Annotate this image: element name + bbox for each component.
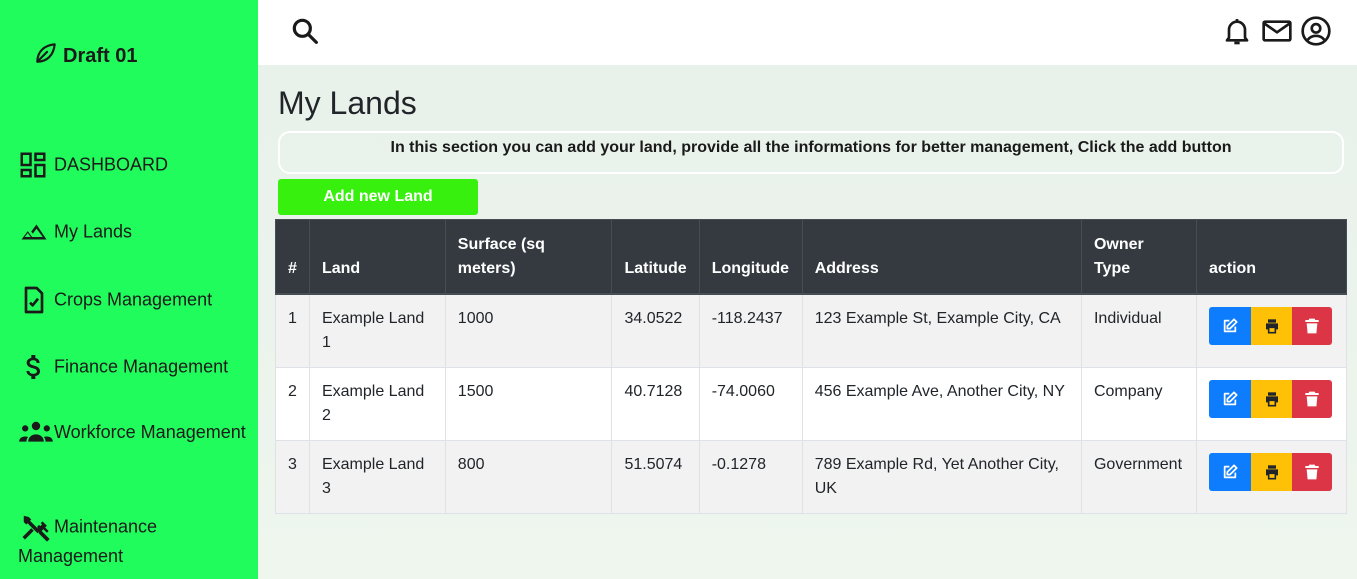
cell-surface: 1500 [444, 366, 613, 441]
cell-latitude: 34.0522 [611, 293, 700, 368]
cell-num: 2 [275, 366, 310, 441]
sidebar-item-label: Finance Management [54, 356, 229, 377]
sidebar-item-label: Crops Management [54, 289, 213, 310]
trash-icon [1305, 391, 1319, 406]
sidebar-item-dashboard[interactable]: DASHBOARD [18, 150, 250, 180]
leaf-icon [33, 40, 59, 72]
edit-icon [1223, 390, 1238, 405]
info-text: In this section you can add your land, p… [390, 139, 1232, 156]
cell-land: Example Land 2 [308, 366, 446, 441]
add-land-button[interactable]: Add new Land [278, 179, 478, 215]
edit-button[interactable] [1208, 306, 1251, 345]
cell-latitude: 40.7128 [611, 366, 700, 441]
cell-num: 1 [275, 293, 310, 368]
print-button[interactable] [1250, 452, 1292, 491]
cell-owner-type: Government [1080, 439, 1197, 514]
clipboard-check-icon [18, 284, 54, 316]
cell-num: 3 [275, 439, 310, 514]
sidebar-item-label: DASHBOARD [54, 154, 169, 175]
table-row: 3 Example Land 3 800 51.5074 -0.1278 789… [275, 439, 1348, 514]
cell-longitude: -74.0060 [698, 366, 803, 441]
print-icon [1265, 391, 1278, 406]
column-header-land: Land [308, 219, 446, 295]
trash-icon [1305, 318, 1319, 333]
brand-name: Draft 01 [63, 44, 138, 67]
cell-address: 456 Example Ave, Another City, NY [801, 366, 1082, 441]
bell-icon[interactable] [1221, 15, 1253, 52]
table-row: 1 Example Land 1 1000 34.0522 -118.2437 … [275, 293, 1348, 368]
column-header-owner-type: Owner Type [1080, 219, 1197, 295]
cell-actions [1195, 366, 1348, 441]
trash-icon [1305, 464, 1319, 479]
cell-actions [1195, 293, 1348, 368]
print-button[interactable] [1250, 379, 1292, 418]
delete-button[interactable] [1291, 379, 1332, 418]
sidebar-item-finance-management[interactable]: Finance Management [18, 351, 250, 383]
sidebar-item-label: My Lands [54, 221, 133, 242]
delete-button[interactable] [1291, 452, 1332, 491]
sidebar-item-my-lands[interactable]: My Lands [18, 217, 250, 247]
column-header-address: Address [801, 219, 1082, 295]
dashboard-icon [18, 150, 54, 180]
cell-owner-type: Company [1080, 366, 1197, 441]
edit-icon [1223, 317, 1238, 332]
cell-surface: 1000 [444, 293, 613, 368]
cell-address: 123 Example St, Example City, CA [801, 293, 1082, 368]
tools-icon [18, 512, 54, 542]
table-row: 2 Example Land 2 1500 40.7128 -74.0060 4… [275, 366, 1348, 441]
info-box: In this section you can add your land, p… [278, 131, 1344, 174]
column-header-num: # [275, 219, 310, 295]
delete-button[interactable] [1291, 306, 1332, 345]
cell-owner-type: Individual [1080, 293, 1197, 368]
column-header-latitude: Latitude [611, 219, 700, 295]
account-icon[interactable] [1299, 15, 1333, 52]
column-header-longitude: Longitude [698, 219, 803, 295]
cell-land: Example Land 1 [308, 293, 446, 368]
edit-button[interactable] [1208, 452, 1251, 491]
cell-latitude: 51.5074 [611, 439, 700, 514]
mail-icon[interactable] [1260, 15, 1294, 52]
sidebar-item-workforce-management[interactable]: Workforce Management [18, 418, 250, 446]
top-bar [258, 0, 1357, 65]
print-button[interactable] [1250, 306, 1292, 345]
edit-icon [1223, 463, 1238, 478]
print-icon [1265, 318, 1278, 333]
main-content: My Lands In this section you can add you… [258, 65, 1357, 579]
sidebar-item-label: Workforce Management [54, 421, 246, 442]
lands-table: # Land Surface (sq meters) Latitude Long… [275, 219, 1348, 514]
table-header-row: # Land Surface (sq meters) Latitude Long… [275, 219, 1348, 295]
cell-longitude: -118.2437 [698, 293, 803, 368]
sidebar: Draft 01 DASHBOARD My Lands Crops Manage… [0, 0, 258, 579]
page-title: My Lands [278, 85, 417, 121]
edit-button[interactable] [1208, 379, 1251, 418]
print-icon [1265, 464, 1278, 479]
column-header-surface: Surface (sq meters) [444, 219, 613, 295]
people-icon [18, 419, 54, 445]
cell-surface: 800 [444, 439, 613, 514]
cell-longitude: -0.1278 [698, 439, 803, 514]
terrain-icon [18, 217, 54, 247]
cell-address: 789 Example Rd, Yet Another City, UK [801, 439, 1082, 514]
sidebar-item-crops-management[interactable]: Crops Management [18, 284, 250, 316]
sidebar-item-maintenance-management[interactable]: Maintenance Management [18, 512, 250, 570]
column-header-action: action [1195, 219, 1348, 295]
dollar-icon [18, 351, 54, 383]
brand[interactable]: Draft 01 [33, 43, 137, 69]
search-icon[interactable] [289, 15, 321, 52]
cell-land: Example Land 3 [308, 439, 446, 514]
cell-actions [1195, 439, 1348, 514]
